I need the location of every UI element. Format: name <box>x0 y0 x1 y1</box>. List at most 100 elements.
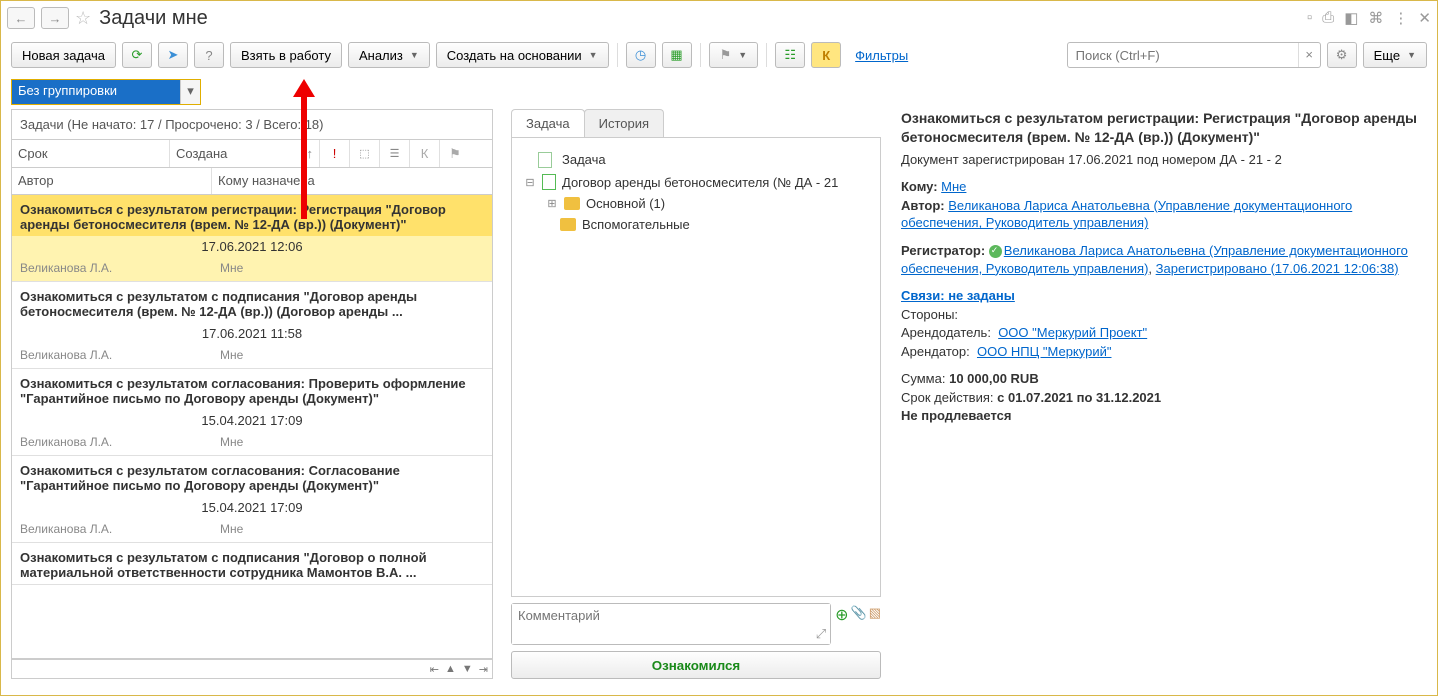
registrar-status[interactable]: Зарегистрировано (17.06.2021 12:06:38) <box>1156 261 1399 276</box>
comment-field[interactable] <box>512 604 830 644</box>
nav-back-button[interactable]: ← <box>7 7 35 29</box>
question-icon: ? <box>205 48 212 63</box>
task-date: 15.04.2021 17:09 <box>12 410 492 431</box>
flag-button[interactable]: ⚑▼ <box>709 42 759 68</box>
task-to: Мне <box>220 261 243 275</box>
link-icon[interactable]: ⌘ <box>1368 9 1383 27</box>
settings-button[interactable]: ⚙ <box>1327 42 1357 68</box>
term-label: Срок действия: <box>901 390 994 405</box>
task-date: 15.04.2021 17:09 <box>12 497 492 518</box>
col-created[interactable]: Создана↑ <box>170 140 320 167</box>
detail-registered: Документ зарегистрирован 17.06.2021 под … <box>901 151 1425 169</box>
image-icon[interactable]: ▧ <box>869 605 881 625</box>
save-icon[interactable]: ▫ <box>1307 9 1312 27</box>
add-comment-icon[interactable]: ⊕ <box>835 605 848 625</box>
author-link[interactable]: Великанова Лариса Анатольевна (Управлени… <box>901 198 1352 231</box>
forward-task-button[interactable]: ➤ <box>158 42 188 68</box>
create-based-button[interactable]: Создать на основании▼ <box>436 42 609 68</box>
tree-root[interactable]: Задача <box>558 151 610 168</box>
flag-icon: ⚑ <box>720 47 732 63</box>
attach-icon[interactable]: 📎 <box>851 605 867 625</box>
page-up-icon[interactable]: ▲ <box>445 663 456 675</box>
to-link[interactable]: Мне <box>941 179 966 194</box>
tab-task[interactable]: Задача <box>511 109 585 137</box>
task-author: Великанова Л.А. <box>20 348 220 362</box>
close-icon[interactable]: ✕ <box>1418 9 1431 27</box>
task-row[interactable]: Ознакомиться с результатом согласования:… <box>12 369 492 456</box>
analysis-button[interactable]: Анализ▼ <box>348 42 430 68</box>
task-list-header: Срок Создана↑ ! ⬚ ☰ К ⚑ <box>11 139 493 167</box>
page-title: Задачи мне <box>99 7 208 30</box>
more-menu-icon[interactable]: ⋮ <box>1393 9 1408 27</box>
chevron-down-icon: ▼ <box>738 50 747 60</box>
chevron-down-icon: ▼ <box>410 50 419 60</box>
col-assigned[interactable]: Кому назначена <box>212 168 492 194</box>
k-button[interactable]: К <box>811 42 841 68</box>
task-row[interactable]: Ознакомиться с результатом с подписания … <box>12 543 492 585</box>
help-button[interactable]: ? <box>194 42 224 68</box>
task-tree[interactable]: Задача ⊟ Договор аренды бетоносмесителя (… <box>511 137 881 597</box>
grouping-dropdown-button[interactable]: ▾ <box>180 80 200 104</box>
grouping-select[interactable]: Без группировки ▾ <box>11 79 201 105</box>
col-flag[interactable]: ⚑ <box>440 140 470 167</box>
priority-icon: ! <box>333 146 337 161</box>
links-link[interactable]: Связи: не заданы <box>901 288 1015 303</box>
print-icon[interactable]: ⎙ <box>1322 9 1334 27</box>
search-input[interactable] <box>1068 48 1298 63</box>
task-row[interactable]: Ознакомиться с результатом с подписания … <box>12 282 492 369</box>
tree-folder-main[interactable]: Основной (1) <box>586 196 665 211</box>
take-to-work-button[interactable]: Взять в работу <box>230 42 342 68</box>
tree-icon: ☷ <box>784 47 796 63</box>
sort-asc-icon: ↑ <box>307 146 314 161</box>
k-icon: К <box>822 48 830 63</box>
task-author: Великанова Л.А. <box>20 522 220 536</box>
tree-view-button[interactable]: ☷ <box>775 42 805 68</box>
collapse-icon[interactable]: ⊟ <box>524 176 536 189</box>
nav-forward-button[interactable]: → <box>41 7 69 29</box>
report-icon[interactable]: ◧ <box>1344 9 1358 27</box>
new-task-button[interactable]: Новая задача <box>11 42 116 68</box>
col-priority[interactable]: ! <box>320 140 350 167</box>
col-author[interactable]: Автор <box>12 168 212 194</box>
task-title: Ознакомиться с результатом с подписания … <box>12 282 492 323</box>
task-list[interactable]: Ознакомиться с результатом регистрации: … <box>11 195 493 659</box>
expand-icon[interactable]: ⊞ <box>546 197 558 210</box>
col-k[interactable]: К <box>410 140 440 167</box>
clock-button[interactable]: ◷ <box>626 42 656 68</box>
noext-label: Не продлевается <box>901 407 1425 425</box>
clear-search-button[interactable]: × <box>1298 43 1320 67</box>
page-first-icon[interactable]: ⇤ <box>430 663 439 676</box>
sum-value: 10 000,00 RUB <box>949 371 1039 386</box>
col-type[interactable]: ☰ <box>380 140 410 167</box>
task-list-summary: Задачи (Не начато: 17 / Просрочено: 3 / … <box>11 109 493 139</box>
task-date: 17.06.2021 12:06 <box>12 236 492 257</box>
author-label: Автор: <box>901 198 945 213</box>
chevron-down-icon: ▼ <box>589 50 598 60</box>
task-row[interactable]: Ознакомиться с результатом согласования:… <box>12 456 492 543</box>
tab-history[interactable]: История <box>584 109 664 137</box>
acknowledge-button[interactable]: Ознакомился <box>511 651 881 679</box>
chevron-down-icon: ▼ <box>1407 50 1416 60</box>
calendar-button[interactable]: ▦ <box>662 42 692 68</box>
clock-icon: ◷ <box>635 47 646 63</box>
comment-field-wrap: ⤢ <box>511 603 831 645</box>
page-last-icon[interactable]: ⇥ <box>479 663 488 676</box>
task-row[interactable]: Ознакомиться с результатом регистрации: … <box>12 195 492 282</box>
folder-icon <box>560 218 576 231</box>
task-list-header2: Автор Кому назначена <box>11 167 493 195</box>
col-process[interactable]: ⬚ <box>350 140 380 167</box>
more-button[interactable]: Еще▼ <box>1363 42 1427 68</box>
folder-icon <box>564 197 580 210</box>
filters-link[interactable]: Фильтры <box>855 48 908 63</box>
file-icon <box>538 152 552 168</box>
col-deadline[interactable]: Срок <box>12 140 170 167</box>
favorite-star-icon[interactable]: ☆ <box>75 8 91 29</box>
landlord-link[interactable]: ООО "Меркурий Проект" <box>998 325 1147 340</box>
tree-folder-aux[interactable]: Вспомогательные <box>582 217 690 232</box>
page-down-icon[interactable]: ▼ <box>462 663 473 675</box>
grouping-selected: Без группировки <box>12 80 180 104</box>
tree-doc[interactable]: Договор аренды бетоносмесителя (№ ДА - 2… <box>562 175 838 190</box>
refresh-button[interactable]: ⟳ <box>122 42 152 68</box>
expand-textarea-icon[interactable]: ⤢ <box>816 626 826 642</box>
tenant-link[interactable]: ООО НПЦ "Меркурий" <box>977 344 1112 359</box>
